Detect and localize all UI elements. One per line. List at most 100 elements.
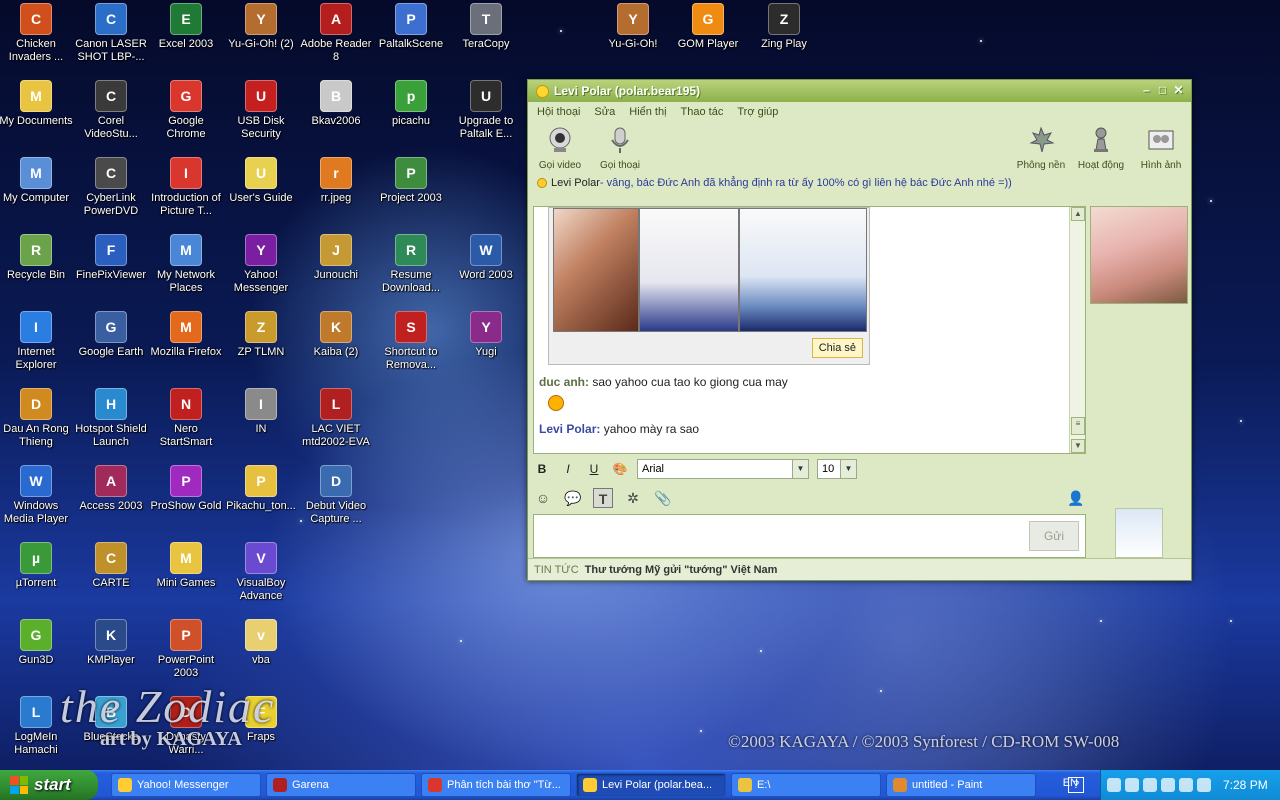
desktop-icon[interactable]: S Shortcut to Remova... [373, 311, 449, 372]
background-button[interactable]: Phông nền [1011, 122, 1071, 171]
taskbar-button[interactable]: Phân tích bài thơ "Từ... [421, 773, 571, 797]
desktop-icon[interactable]: Y Yahoo! Messenger [223, 234, 299, 295]
security-icon[interactable] [1143, 778, 1157, 792]
desktop-icon[interactable]: D Dau An Rong Thieng [0, 388, 74, 449]
color-palette-icon[interactable]: 🎨 [611, 460, 629, 478]
window-titlebar[interactable]: Levi Polar (polar.bear195) – □ ✕ [528, 80, 1191, 102]
message-input[interactable]: Gửi [533, 514, 1086, 558]
desktop-icon[interactable]: G Gun3D [0, 619, 74, 667]
underline-button[interactable]: U [585, 460, 603, 478]
desktop-icon[interactable]: p picachu [373, 80, 449, 128]
desktop-icon[interactable]: D Debut Video Capture ... [298, 465, 374, 526]
video-call-button[interactable]: Gọi video [530, 122, 590, 171]
conversation-history[interactable]: Chia sẻ duc anh: sao yahoo cua tao ko gi… [533, 206, 1086, 454]
desktop-icon[interactable]: v vba [223, 619, 299, 667]
chat-scrollbar[interactable]: ▲ ≡ ▼ [1069, 207, 1085, 453]
desktop-icon[interactable]: W Word 2003 [448, 234, 524, 282]
voice-call-button[interactable]: Gọi thoại [590, 122, 650, 171]
desktop-icon[interactable]: µ µTorrent [0, 542, 74, 590]
taskbar-button[interactable]: Levi Polar (polar.bea... [576, 773, 726, 797]
desktop-icon[interactable]: P Pikachu_ton... [223, 465, 299, 513]
desktop-icon[interactable]: G Google Earth [73, 311, 149, 359]
language-indicator[interactable]: EN [1063, 777, 1078, 789]
desktop-icon[interactable]: Y Yugi [448, 311, 524, 359]
desktop-icon[interactable]: C Chicken Invaders ... [0, 3, 74, 64]
desktop-icon[interactable]: P ProShow Gold [148, 465, 224, 513]
desktop-icon[interactable]: I IN [223, 388, 299, 436]
desktop-icon[interactable]: U Upgrade to Paltalk E... [448, 80, 524, 141]
activities-button[interactable]: Hoạt động [1071, 122, 1131, 171]
desktop-icon[interactable]: A Adobe Reader 8 [298, 3, 374, 64]
start-button[interactable]: start [0, 770, 98, 800]
menu-edit[interactable]: Sửa [594, 106, 615, 118]
chevron-down-icon[interactable]: ▼ [840, 460, 856, 478]
desktop-icon[interactable]: K KMPlayer [73, 619, 149, 667]
news-headline[interactable]: Thư tướng Mỹ gửi "tướng" Việt Nam [585, 564, 778, 576]
desktop-icon[interactable]: M My Computer [0, 157, 74, 205]
desktop-icon[interactable]: P PaltalkScene [373, 3, 449, 51]
menu-actions[interactable]: Thao tác [681, 106, 724, 118]
desktop-icon[interactable]: C CARTE [73, 542, 149, 590]
font-family-select[interactable]: Arial ▼ [637, 459, 809, 479]
desktop-icon[interactable]: W Windows Media Player [0, 465, 74, 526]
desktop-icon[interactable]: P Project 2003 [373, 157, 449, 205]
tray-arrow-icon[interactable] [1107, 778, 1121, 792]
scroll-up-icon[interactable]: ▲ [1071, 207, 1085, 221]
bold-button[interactable]: B [533, 460, 551, 478]
desktop-icon[interactable]: U User's Guide [223, 157, 299, 205]
taskbar-button[interactable]: E:\ [731, 773, 881, 797]
desktop-icon[interactable]: K Kaiba (2) [298, 311, 374, 359]
desktop-icon[interactable]: R Resume Download... [373, 234, 449, 295]
desktop-icon[interactable]: Y Yu-Gi-Oh! (2) [223, 3, 299, 51]
messenger-tray-icon[interactable] [1161, 778, 1175, 792]
clock[interactable]: 7:28 PM [1223, 778, 1268, 792]
desktop-icon[interactable]: Z ZP TLMN [223, 311, 299, 359]
buzz-icon[interactable]: 💬 [563, 488, 583, 508]
desktop-icon[interactable]: L LAC VIET mtd2002-EVA [298, 388, 374, 449]
desktop-icon[interactable]: G GOM Player [670, 3, 746, 51]
display-icon[interactable] [1197, 778, 1211, 792]
desktop-icon[interactable]: B Bkav2006 [298, 80, 374, 128]
share-button[interactable]: Chia sẻ [811, 338, 863, 358]
desktop-icon[interactable]: T TeraCopy [448, 3, 524, 51]
desktop-icon[interactable]: F FinePixViewer [73, 234, 149, 282]
messenger-chat-window[interactable]: Levi Polar (polar.bear195) – □ ✕ Hội tho… [527, 79, 1192, 581]
desktop-icon[interactable]: V VisualBoy Advance [223, 542, 299, 603]
plugin-icon[interactable]: ✲ [623, 488, 643, 508]
font-size-select[interactable]: 10 ▼ [817, 459, 857, 479]
desktop-icon[interactable]: A Access 2003 [73, 465, 149, 513]
desktop-icon[interactable]: N Nero StartSmart [148, 388, 224, 449]
network-icon[interactable] [1125, 778, 1139, 792]
my-avatar[interactable] [1115, 508, 1163, 558]
taskbar-button[interactable]: Garena [266, 773, 416, 797]
menu-view[interactable]: Hiển thị [629, 106, 666, 118]
desktop-icon[interactable]: r rr.jpeg [298, 157, 374, 205]
maximize-icon[interactable]: □ [1156, 83, 1169, 97]
desktop-icon[interactable]: M Mini Games [148, 542, 224, 590]
desktop-icon[interactable]: I Internet Explorer [0, 311, 74, 372]
desktop-icon[interactable]: M Mozilla Firefox [148, 311, 224, 359]
desktop-icon[interactable]: C CyberLink PowerDVD [73, 157, 149, 218]
desktop-icon[interactable]: M My Documents [0, 80, 74, 128]
emoticon-picker-icon[interactable]: ☺ [533, 488, 553, 508]
desktop-icon[interactable]: M My Network Places [148, 234, 224, 295]
desktop-icon[interactable]: U USB Disk Security [223, 80, 299, 141]
menu-help[interactable]: Trợ giúp [737, 106, 778, 118]
italic-button[interactable]: I [559, 460, 577, 478]
taskbar-button[interactable]: Yahoo! Messenger [111, 773, 261, 797]
close-icon[interactable]: ✕ [1172, 83, 1185, 97]
desktop-icon[interactable]: I Introduction of Picture T... [148, 157, 224, 218]
desktop-icon[interactable]: E Excel 2003 [148, 3, 224, 51]
add-contact-icon[interactable]: 👤 [1066, 488, 1086, 508]
text-format-icon[interactable]: T [593, 488, 613, 508]
desktop-icon[interactable]: Y Yu-Gi-Oh! [595, 3, 671, 51]
taskbar-button[interactable]: untitled - Paint [886, 773, 1036, 797]
volume-icon[interactable] [1179, 778, 1193, 792]
scroll-down-icon[interactable]: ▼ [1071, 439, 1085, 453]
shared-image-preview[interactable]: Chia sẻ [548, 207, 870, 365]
desktop-icon[interactable]: R Recycle Bin [0, 234, 74, 282]
desktop-icon[interactable]: C Canon LASER SHOT LBP-... [73, 3, 149, 64]
desktop-icon[interactable]: J Junouchi [298, 234, 374, 282]
desktop-icon[interactable]: C Corel VideoStu... [73, 80, 149, 141]
desktop-icon[interactable]: H Hotspot Shield Launch [73, 388, 149, 449]
